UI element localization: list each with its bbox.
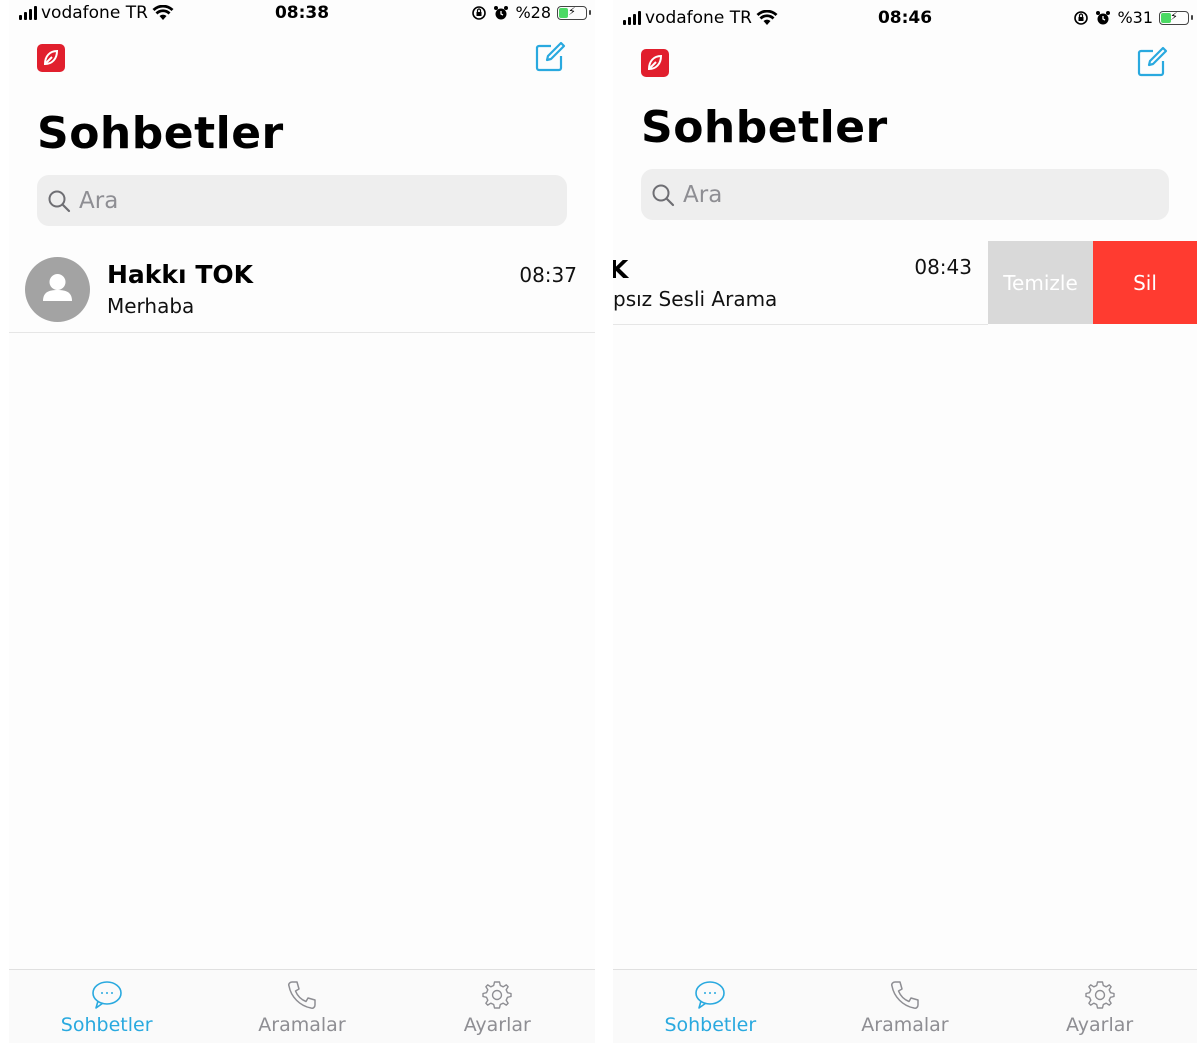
- alarm-icon: [1096, 10, 1111, 24]
- page-title: Sohbetler: [37, 108, 284, 159]
- search-placeholder: Ara: [79, 187, 119, 214]
- tab-bar: Sohbetler Aramalar Ayarlar: [9, 969, 595, 1043]
- tab-aramalar[interactable]: Aramalar: [204, 970, 399, 1043]
- search-input[interactable]: Ara: [37, 175, 567, 226]
- page-title: Sohbetler: [641, 102, 888, 153]
- tab-ayarlar[interactable]: Ayarlar: [1002, 970, 1197, 1043]
- search-input[interactable]: Ara: [641, 169, 1169, 220]
- tab-label: Sohbetler: [664, 1014, 757, 1036]
- orientation-lock-icon: [472, 5, 487, 20]
- battery-percent: %31: [1117, 8, 1153, 27]
- battery-icon: ⚡: [1159, 10, 1193, 25]
- gear-icon: [1084, 981, 1115, 1009]
- app-logo: [37, 44, 65, 72]
- chat-bubble-icon: [695, 981, 726, 1009]
- tab-label: Aramalar: [861, 1014, 949, 1036]
- search-icon: [48, 190, 71, 212]
- compose-icon[interactable]: [533, 40, 567, 74]
- tab-label: Ayarlar: [463, 1014, 531, 1036]
- status-bar: vodafone TR 08:38 %28 ⚡: [9, 0, 595, 30]
- chat-bubble-icon: [91, 981, 122, 1009]
- last-message: Merhaba: [107, 294, 195, 318]
- contact-name: K: [613, 255, 628, 284]
- last-message: psız Sesli Arama: [613, 287, 778, 311]
- tab-sohbetler[interactable]: Sohbetler: [613, 970, 808, 1043]
- phone-icon: [287, 981, 316, 1009]
- avatar: [25, 257, 90, 322]
- tab-bar: Sohbetler Aramalar Ayarlar: [613, 969, 1197, 1043]
- tab-label: Sohbetler: [60, 1014, 153, 1036]
- app-logo: [641, 49, 669, 77]
- tab-aramalar[interactable]: Aramalar: [808, 970, 1003, 1043]
- chat-list-item[interactable]: K psız Sesli Arama 08:43: [613, 241, 988, 325]
- status-bar: vodafone TR 08:46 %31 ⚡: [613, 5, 1197, 35]
- tab-label: Aramalar: [258, 1014, 346, 1036]
- chat-list-screen-swiped: vodafone TR 08:46 %31 ⚡ Sohbetler Ara K …: [613, 0, 1197, 1043]
- message-time: 08:37: [519, 263, 577, 287]
- chat-list-item[interactable]: Hakkı TOK Merhaba 08:37: [9, 248, 595, 333]
- contact-name: Hakkı TOK: [107, 260, 253, 289]
- message-time: 08:43: [914, 255, 972, 279]
- alarm-icon: [494, 5, 509, 19]
- battery-icon: ⚡: [557, 5, 591, 20]
- delete-button[interactable]: Sil: [1093, 241, 1197, 324]
- phone-icon: [890, 981, 919, 1009]
- battery-percent: %28: [515, 3, 551, 22]
- tab-sohbetler[interactable]: Sohbetler: [9, 970, 204, 1043]
- gear-icon: [482, 981, 512, 1009]
- search-icon: [652, 184, 675, 206]
- chat-list-screen: vodafone TR 08:38 %28 ⚡ Sohbetler Ara Ha…: [9, 0, 595, 1043]
- clear-button[interactable]: Temizle: [988, 241, 1093, 324]
- tab-ayarlar[interactable]: Ayarlar: [400, 970, 595, 1043]
- tab-label: Ayarlar: [1066, 1014, 1134, 1036]
- orientation-lock-icon: [1074, 10, 1089, 25]
- search-placeholder: Ara: [683, 181, 723, 208]
- compose-icon[interactable]: [1135, 45, 1169, 79]
